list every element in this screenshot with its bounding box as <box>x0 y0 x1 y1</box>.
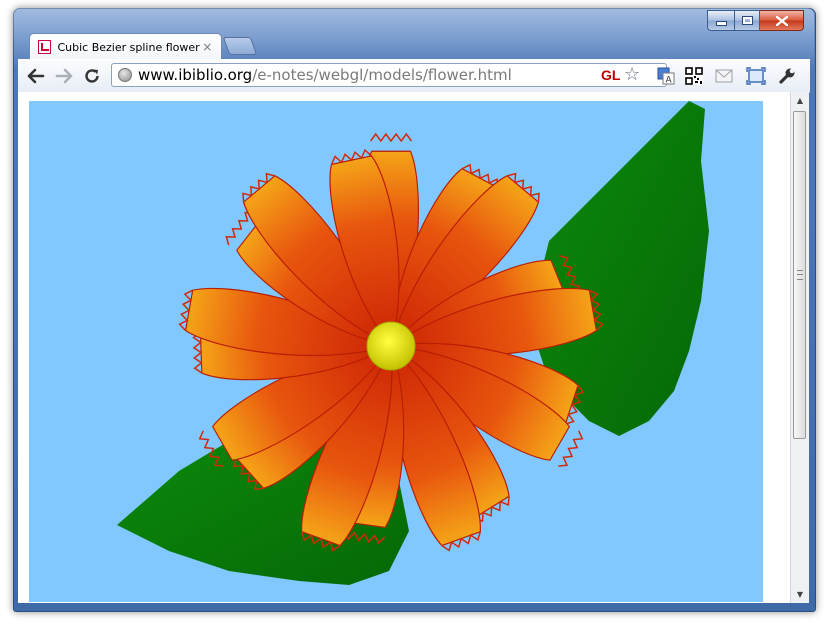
wrench-icon <box>779 68 795 84</box>
reload-button[interactable] <box>81 65 103 87</box>
translate-button[interactable]: A <box>655 65 677 87</box>
translate-icon: A <box>657 67 675 85</box>
tab-active[interactable]: Cubic Bezier spline flower × <box>29 33 222 60</box>
maximize-icon <box>741 16 753 25</box>
mail-button[interactable] <box>713 65 735 87</box>
close-window-button[interactable] <box>760 10 804 31</box>
url-path: /e-notes/webgl/models/flower.html <box>252 66 512 84</box>
webgl-page-icon <box>38 40 52 54</box>
svg-text:A: A <box>666 76 673 86</box>
vertical-scrollbar[interactable]: ▲ ▼ <box>790 92 809 603</box>
url-text: www.ibiblio.org/e-notes/webgl/models/flo… <box>138 66 512 84</box>
webgl-badge[interactable]: GL <box>601 67 620 83</box>
tab-close-icon[interactable]: × <box>200 40 215 54</box>
webgl-canvas[interactable] <box>29 101 763 602</box>
page-content <box>18 92 790 603</box>
fullscreen-button[interactable] <box>745 65 767 87</box>
flower-center <box>366 321 416 371</box>
petal-fringe <box>369 132 413 143</box>
reload-icon <box>85 69 99 83</box>
maximize-button[interactable] <box>735 10 760 31</box>
minimize-icon <box>715 21 727 26</box>
minimize-button[interactable] <box>707 10 735 31</box>
back-button[interactable] <box>25 65 47 87</box>
scroll-up-arrow-icon[interactable]: ▲ <box>791 92 809 109</box>
back-arrow-icon <box>27 68 45 84</box>
url-host: www.ibiblio.org <box>138 66 253 84</box>
window-controls <box>707 10 804 31</box>
mail-icon <box>715 69 733 83</box>
tab-title: Cubic Bezier spline flower <box>57 40 200 54</box>
scroll-down-arrow-icon[interactable]: ▼ <box>791 586 809 603</box>
address-bar[interactable]: www.ibiblio.org/e-notes/webgl/models/flo… <box>111 63 667 87</box>
forward-button[interactable] <box>53 65 75 87</box>
browser-toolbar: www.ibiblio.org/e-notes/webgl/models/flo… <box>18 59 810 93</box>
qr-code-button[interactable] <box>683 65 705 87</box>
qr-code-icon <box>685 67 703 85</box>
grip-icon <box>797 270 803 280</box>
globe-icon <box>118 68 132 82</box>
settings-wrench-button[interactable] <box>776 65 798 87</box>
forward-arrow-icon <box>55 68 73 84</box>
flower-render <box>117 101 709 585</box>
star-icon[interactable]: ☆ <box>624 65 640 85</box>
fullscreen-icon <box>746 67 766 85</box>
scrollbar-thumb[interactable] <box>793 111 806 439</box>
close-icon <box>775 15 788 26</box>
